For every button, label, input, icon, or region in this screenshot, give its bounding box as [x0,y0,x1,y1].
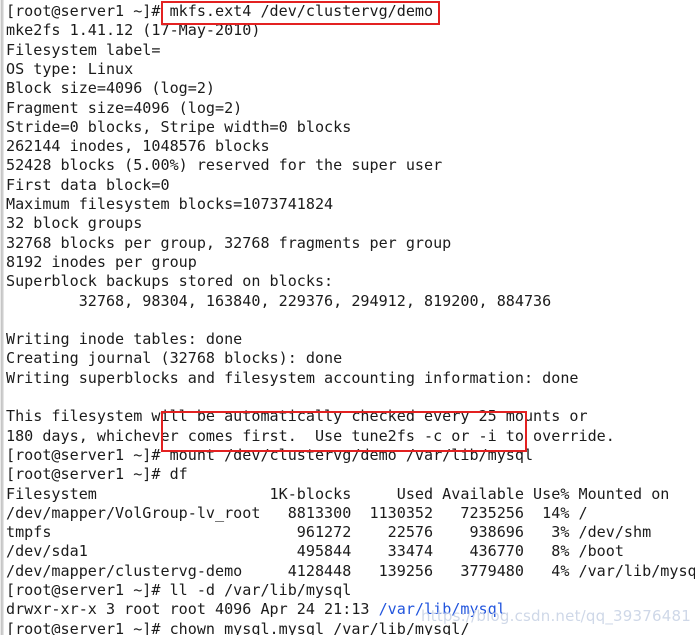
csdn-watermark: https://blog.csdn.net/qq_39376481 [421,607,691,625]
terminal-line-output: Writing superblocks and filesystem accou… [6,368,579,387]
terminal-line-table-row: tmpfs 961272 22576 938696 3% /dev/shm [6,523,652,542]
terminal-line-output: Fragment size=4096 (log=2) [6,98,243,117]
terminal-line-command: [root@server1 ~]# ll -d /var/lib/mysql [6,581,352,599]
terminal-output-area[interactable]: [root@server1 ~]# mkfs.ext4 /dev/cluster… [0,0,695,635]
terminal-line-output: 32 block groups [6,214,143,233]
terminal-line-output: Maximum filesystem blocks=1073741824 [6,195,334,213]
terminal-line-output: Stride=0 blocks, Stripe width=0 blocks [6,117,352,136]
terminal-line-output: This filesystem will be automatically ch… [6,407,588,426]
terminal-line-output: 32768 blocks per group, 32768 fragments … [6,233,452,252]
terminal-line-output: Filesystem label= [6,40,161,59]
terminal-line-output: 262144 inodes, 1048576 blocks [6,137,270,156]
terminal-line-table-header: Filesystem 1K-blocks Used Available Use%… [6,484,670,503]
terminal-line-output: 180 days, whichever comes first. Use tun… [6,426,615,445]
terminal-line-output: First data block=0 [6,175,170,194]
terminal-line-output: Creating journal (32768 blocks): done [6,349,343,368]
terminal-screenshot: [root@server1 ~]# mkfs.ext4 /dev/cluster… [0,0,695,635]
terminal-line-output: Writing inode tables: done [6,330,243,349]
terminal-line-output: Block size=4096 (log=2) [6,79,216,98]
terminal-line-output: mke2fs 1.41.12 (17-May-2010) [6,21,261,40]
terminal-line-output: Superblock backups stored on blocks: [6,272,334,291]
terminal-line-command: [root@server1 ~]# mkfs.ext4 /dev/cluster… [6,2,434,20]
terminal-line-table-row: /dev/mapper/VolGroup-lv_root 8813300 113… [6,503,588,522]
terminal-line-output: 8192 inodes per group [6,252,197,271]
terminal-line-table-row: /dev/sda1 495844 33474 436770 8% /boot [6,542,624,561]
terminal-line-command: [root@server1 ~]# mount /dev/clustervg/d… [6,445,534,464]
terminal-line-command: [root@server1 ~]# chown mysql.mysql /var… [6,619,470,635]
terminal-line-output: 52428 blocks (5.00%) reserved for the su… [6,156,443,175]
terminal-line-output: OS type: Linux [6,59,134,78]
terminal-line-command: [root@server1 ~]# df [6,465,188,484]
terminal-line-output: 32768, 98304, 163840, 229376, 294912, 81… [6,291,552,310]
terminal-line-table-row: /dev/mapper/clustervg-demo 4128448 13925… [6,561,695,580]
